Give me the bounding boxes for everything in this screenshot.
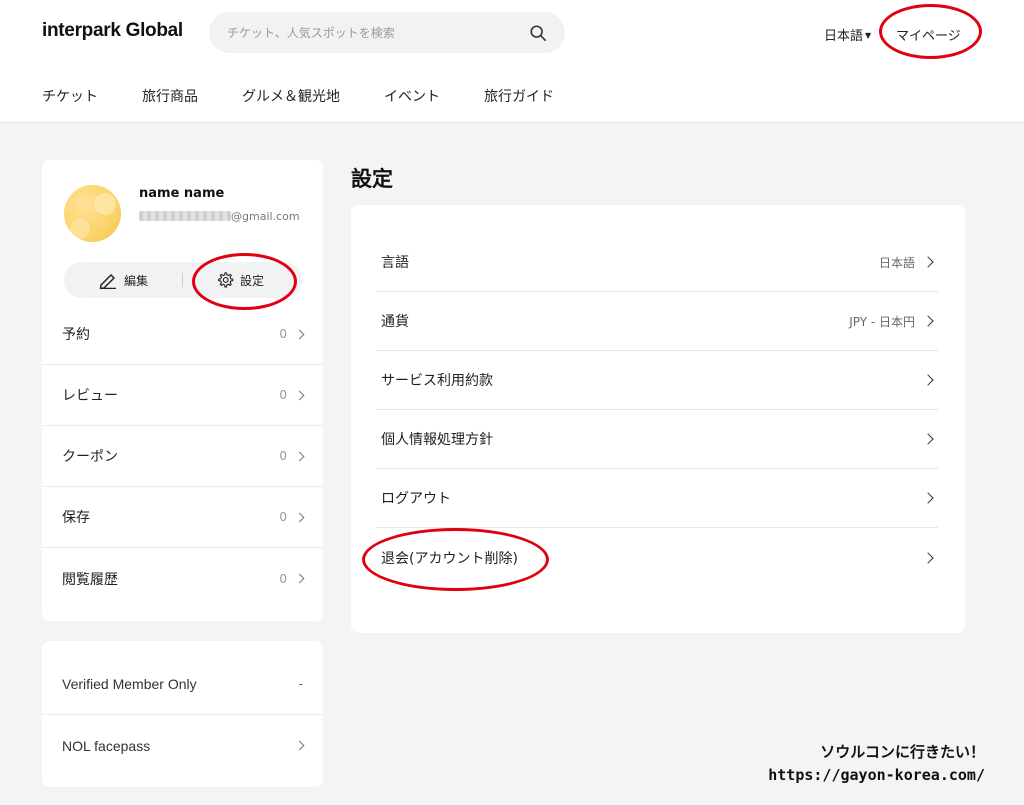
count-value: 0 bbox=[279, 449, 287, 463]
chevron-right-icon bbox=[922, 315, 934, 327]
watermark: ソウルコンに行きたい！ https://gayon-korea.com/ bbox=[740, 741, 985, 787]
search-icon[interactable] bbox=[529, 24, 547, 42]
watermark-line2: https://gayon-korea.com/ bbox=[768, 766, 985, 784]
nav-item-tickets[interactable]: チケット bbox=[42, 86, 98, 106]
settings-row-delete-account[interactable]: 退会(アカウント削除) bbox=[377, 528, 938, 587]
edit-label: 編集 bbox=[124, 273, 149, 288]
chevron-right-icon bbox=[294, 451, 305, 461]
menu-count: 0 bbox=[279, 327, 305, 341]
nav-item-gourmet[interactable]: グルメ＆観光地 bbox=[242, 86, 340, 106]
value-text: JPY - 日本円 bbox=[849, 314, 915, 329]
chevron-right-icon bbox=[294, 573, 305, 584]
member-item-verified[interactable]: Verified Member Only - bbox=[42, 654, 323, 715]
count-value: 0 bbox=[279, 571, 287, 586]
profile-actions: 編集 設定 bbox=[64, 262, 302, 298]
member-value: - bbox=[298, 677, 303, 691]
profile-name: name name bbox=[139, 186, 225, 201]
language-label: 日本語 bbox=[824, 29, 864, 44]
menu-item-coupons[interactable]: クーポン 0 bbox=[42, 426, 323, 487]
settings-label: 個人情報処理方針 bbox=[381, 432, 493, 448]
settings-value bbox=[915, 374, 934, 386]
member-item-facepass[interactable]: NOL facepass bbox=[42, 715, 323, 776]
menu-count: 0 bbox=[279, 388, 305, 402]
settings-label: ログアウト bbox=[381, 491, 451, 507]
settings-row-privacy[interactable]: 個人情報処理方針 bbox=[377, 410, 938, 469]
menu-label: 閲覧履歴 bbox=[62, 571, 118, 588]
main-nav: チケット 旅行商品 グルメ＆観光地 イベント 旅行ガイド bbox=[42, 86, 598, 106]
settings-value bbox=[915, 433, 934, 445]
menu-item-saved[interactable]: 保存 0 bbox=[42, 487, 323, 548]
menu-item-history[interactable]: 閲覧履歴 0 bbox=[42, 548, 323, 609]
page-title: 設定 bbox=[351, 167, 393, 191]
member-card: Verified Member Only - NOL facepass bbox=[42, 641, 323, 787]
avatar bbox=[64, 185, 121, 242]
top-header: interpark Global 日本語▼ マイページ チケット 旅行商品 グル… bbox=[0, 0, 1024, 123]
gear-icon bbox=[218, 272, 234, 288]
email-domain: @gmail.com bbox=[231, 210, 300, 223]
settings-row-language[interactable]: 言語 日本語 bbox=[377, 233, 938, 292]
settings-row-terms[interactable]: サービス利用約款 bbox=[377, 351, 938, 410]
email-blurred bbox=[139, 211, 231, 221]
member-label: NOL facepass bbox=[62, 737, 151, 754]
watermark-line1: ソウルコンに行きたい！ bbox=[820, 743, 985, 761]
profile-card: name name @gmail.com 編集 設定 予約 0 レビュー 0 ク… bbox=[42, 160, 323, 621]
language-selector[interactable]: 日本語 ▼ bbox=[824, 25, 871, 44]
menu-label: 保存 bbox=[62, 510, 90, 526]
settings-label: 退会(アカウント削除) bbox=[381, 550, 518, 567]
profile-email: @gmail.com bbox=[139, 208, 304, 225]
settings-value bbox=[915, 492, 934, 504]
value-text: 日本語 bbox=[878, 255, 915, 270]
menu-item-reservations[interactable]: 予約 0 bbox=[42, 304, 323, 365]
menu-count: 0 bbox=[279, 571, 305, 586]
settings-label: 設定 bbox=[240, 273, 265, 288]
chevron-right-icon bbox=[922, 374, 934, 386]
settings-row-currency[interactable]: 通貨 JPY - 日本円 bbox=[377, 292, 938, 351]
pencil-icon bbox=[99, 274, 116, 289]
settings-value bbox=[915, 551, 934, 564]
menu-count: 0 bbox=[279, 449, 305, 463]
nav-item-travel-guide[interactable]: 旅行ガイド bbox=[484, 86, 554, 106]
chevron-right-icon bbox=[922, 433, 934, 445]
nav-item-travel-products[interactable]: 旅行商品 bbox=[142, 86, 198, 106]
chevron-right-icon bbox=[294, 329, 305, 339]
count-value: 0 bbox=[279, 327, 287, 341]
caret-down-icon: ▼ bbox=[865, 31, 872, 40]
settings-label: 通貨 bbox=[381, 314, 409, 330]
settings-row-logout[interactable]: ログアウト bbox=[377, 469, 938, 528]
count-value: 0 bbox=[279, 388, 287, 402]
profile-menu: 予約 0 レビュー 0 クーポン 0 保存 0 閲覧履歴 0 bbox=[42, 304, 323, 609]
settings-value: JPY - 日本円 bbox=[849, 313, 934, 330]
settings-card: 言語 日本語 通貨 JPY - 日本円 サービス利用約款 個人情報処理方針 ログ… bbox=[351, 205, 965, 633]
chevron-right-icon bbox=[294, 740, 305, 751]
chevron-right-icon bbox=[294, 390, 305, 400]
edit-button[interactable]: 編集 bbox=[98, 262, 148, 298]
nav-item-events[interactable]: イベント bbox=[384, 86, 440, 106]
search-bar[interactable] bbox=[209, 12, 565, 53]
menu-label: クーポン bbox=[62, 449, 118, 465]
menu-label: 予約 bbox=[62, 327, 90, 343]
chevron-right-icon bbox=[922, 256, 934, 268]
menu-item-reviews[interactable]: レビュー 0 bbox=[42, 365, 323, 426]
settings-value: 日本語 bbox=[878, 254, 934, 271]
divider bbox=[182, 273, 183, 287]
chevron-right-icon bbox=[922, 551, 934, 564]
site-logo[interactable]: interpark Global bbox=[42, 20, 183, 42]
member-label: Verified Member Only bbox=[62, 676, 197, 692]
settings-button[interactable]: 設定 bbox=[216, 262, 264, 298]
chevron-right-icon bbox=[922, 492, 934, 504]
search-input[interactable] bbox=[227, 12, 517, 53]
settings-label: 言語 bbox=[381, 255, 409, 271]
settings-label: サービス利用約款 bbox=[381, 373, 493, 389]
menu-count: 0 bbox=[279, 510, 305, 524]
menu-label: レビュー bbox=[62, 388, 118, 404]
count-value: 0 bbox=[279, 510, 287, 524]
chevron-right-icon bbox=[294, 512, 305, 522]
mypage-link[interactable]: マイページ bbox=[896, 25, 961, 44]
